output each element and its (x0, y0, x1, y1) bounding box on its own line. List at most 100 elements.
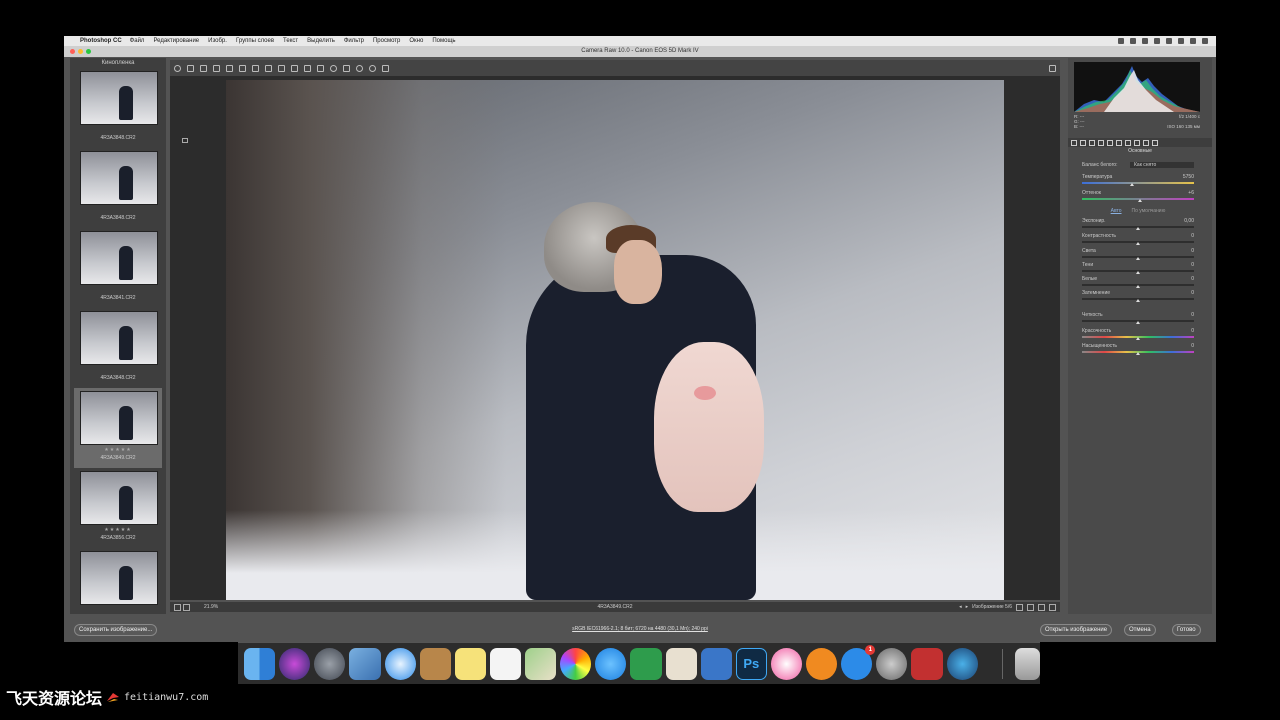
default-link[interactable]: По умолчанию (1132, 208, 1166, 214)
slider-value[interactable]: 0 (1191, 262, 1194, 268)
slider-thumb[interactable] (1136, 227, 1140, 230)
image-capture-icon[interactable] (349, 647, 381, 680)
slider-track[interactable] (1082, 182, 1194, 184)
quicktime-icon[interactable] (946, 647, 978, 680)
slider-thumb[interactable] (1136, 321, 1140, 324)
adjustment-brush-icon[interactable] (304, 64, 311, 72)
keynote-icon[interactable] (700, 647, 732, 680)
status-icon[interactable] (1130, 38, 1136, 44)
menu-edit[interactable]: Редактирование (153, 38, 199, 44)
itunes-icon[interactable] (770, 647, 803, 680)
minimize-window-icon[interactable] (78, 49, 83, 54)
slider-value[interactable]: 0 (1191, 276, 1194, 282)
crop-icon[interactable] (239, 64, 246, 72)
filmstrip-item[interactable]: 4R3A3848.CR2 (74, 148, 162, 228)
menu-window[interactable]: Окно (409, 38, 423, 44)
notes-book-icon[interactable] (419, 647, 451, 680)
launchpad-icon[interactable] (314, 647, 346, 680)
hand-icon[interactable] (187, 64, 194, 72)
targeted-adjustment-icon[interactable] (226, 64, 233, 72)
numbers-icon[interactable] (630, 647, 662, 680)
white-balance-icon[interactable] (200, 64, 207, 72)
rating-stars[interactable]: ★★★★★ (74, 447, 162, 453)
menu-filter[interactable]: Фильтр (344, 38, 364, 44)
white-balance-select[interactable]: Как снято (1130, 162, 1194, 168)
filmstrip-item[interactable]: 4R3A3848.CR2 (74, 308, 162, 388)
radial-filter-icon[interactable] (330, 64, 337, 72)
tab-split-toning[interactable] (1107, 139, 1113, 146)
battery-icon[interactable] (1166, 38, 1172, 44)
clock-icon[interactable] (1178, 38, 1184, 44)
straighten-icon[interactable] (252, 64, 259, 72)
slider-value[interactable]: 0 (1191, 233, 1194, 239)
slider-thumb[interactable] (1136, 299, 1140, 302)
tab-detail[interactable] (1089, 139, 1095, 146)
slider-value[interactable]: 0 (1191, 328, 1194, 334)
graduated-filter-icon[interactable] (317, 64, 324, 72)
slider-thumb[interactable] (1136, 257, 1140, 260)
photo-booth-icon[interactable] (911, 647, 943, 680)
spotlight-icon[interactable] (1190, 38, 1196, 44)
slider-thumb[interactable] (1130, 183, 1135, 186)
filmstrip-item[interactable]: 4R3A3841.CR2 (74, 228, 162, 308)
menu-help[interactable]: Помощь (432, 38, 455, 44)
volume-icon[interactable] (1154, 38, 1160, 44)
menu-app-name[interactable]: Photoshop CC (80, 38, 122, 44)
slider-thumb[interactable] (1136, 285, 1140, 288)
photo-preview[interactable] (226, 80, 1004, 600)
wifi-icon[interactable] (1142, 38, 1148, 44)
auto-link[interactable]: Авто (1111, 208, 1122, 214)
rotate-ccw-icon[interactable] (356, 64, 363, 72)
tab-tone-curve[interactable] (1080, 139, 1086, 146)
reminders-icon[interactable] (489, 647, 521, 680)
preferences-icon[interactable] (343, 64, 350, 72)
close-window-icon[interactable] (70, 49, 75, 54)
slider-thumb[interactable] (1138, 199, 1143, 202)
rotate-cw-icon[interactable] (369, 64, 376, 72)
zoom-window-icon[interactable] (86, 49, 91, 54)
slider-value[interactable]: 0,00 (1184, 218, 1194, 224)
tab-effects[interactable] (1125, 139, 1131, 146)
photos-icon[interactable] (560, 647, 592, 680)
tab-hsl[interactable] (1098, 139, 1104, 146)
slider-value[interactable]: 5750 (1183, 174, 1194, 180)
filmstrip-item-selected[interactable]: ★★★★★ 4R3A3849.CR2 (74, 388, 162, 468)
slider-thumb[interactable] (1136, 337, 1140, 340)
menu-layer[interactable]: Группы слоев (236, 38, 274, 44)
done-button[interactable]: Готово (1172, 624, 1201, 636)
filmstrip-item[interactable]: 4R3A3848.CR2 (74, 68, 162, 148)
slider-value[interactable]: +6 (1188, 190, 1194, 196)
safari-icon[interactable] (384, 647, 416, 680)
spot-removal-icon[interactable] (278, 64, 285, 72)
preview-icon[interactable] (665, 647, 697, 680)
slider-thumb[interactable] (1136, 271, 1140, 274)
status-icon[interactable] (1118, 38, 1124, 44)
trash-icon[interactable] (1014, 647, 1040, 680)
color-sampler-icon[interactable] (213, 64, 220, 72)
app-store-icon[interactable]: 1 (841, 644, 876, 680)
notification-center-icon[interactable] (1202, 38, 1208, 44)
menu-view[interactable]: Просмотр (373, 38, 400, 44)
stickies-icon[interactable] (454, 647, 486, 680)
slider-value[interactable]: 0 (1191, 312, 1194, 318)
fullscreen-icon[interactable] (1049, 64, 1056, 72)
maps-icon[interactable] (525, 647, 557, 680)
finder-icon[interactable] (244, 647, 276, 680)
slider-value[interactable]: 0 (1191, 290, 1194, 296)
slider-value[interactable]: 0 (1191, 343, 1194, 349)
tab-basic[interactable] (1071, 139, 1077, 146)
filmstrip-toggle-icon[interactable] (182, 138, 188, 143)
tab-lens[interactable] (1116, 139, 1122, 146)
menu-select[interactable]: Выделить (307, 38, 335, 44)
zoom-icon[interactable] (174, 64, 181, 72)
menu-file[interactable]: Файл (130, 38, 145, 44)
photoshop-icon[interactable]: Ps (735, 647, 767, 680)
trash-icon[interactable] (382, 64, 389, 72)
filmstrip-item[interactable]: ★★★★★ 4R3A3856.CR2 (74, 468, 162, 548)
red-eye-icon[interactable] (291, 64, 298, 72)
tab-calibration[interactable] (1134, 139, 1140, 146)
cancel-button[interactable]: Отмена (1124, 624, 1156, 636)
filmstrip-item[interactable] (74, 548, 162, 614)
open-image-button[interactable]: Открыть изображение (1040, 624, 1113, 636)
image-canvas[interactable] (170, 76, 1060, 600)
